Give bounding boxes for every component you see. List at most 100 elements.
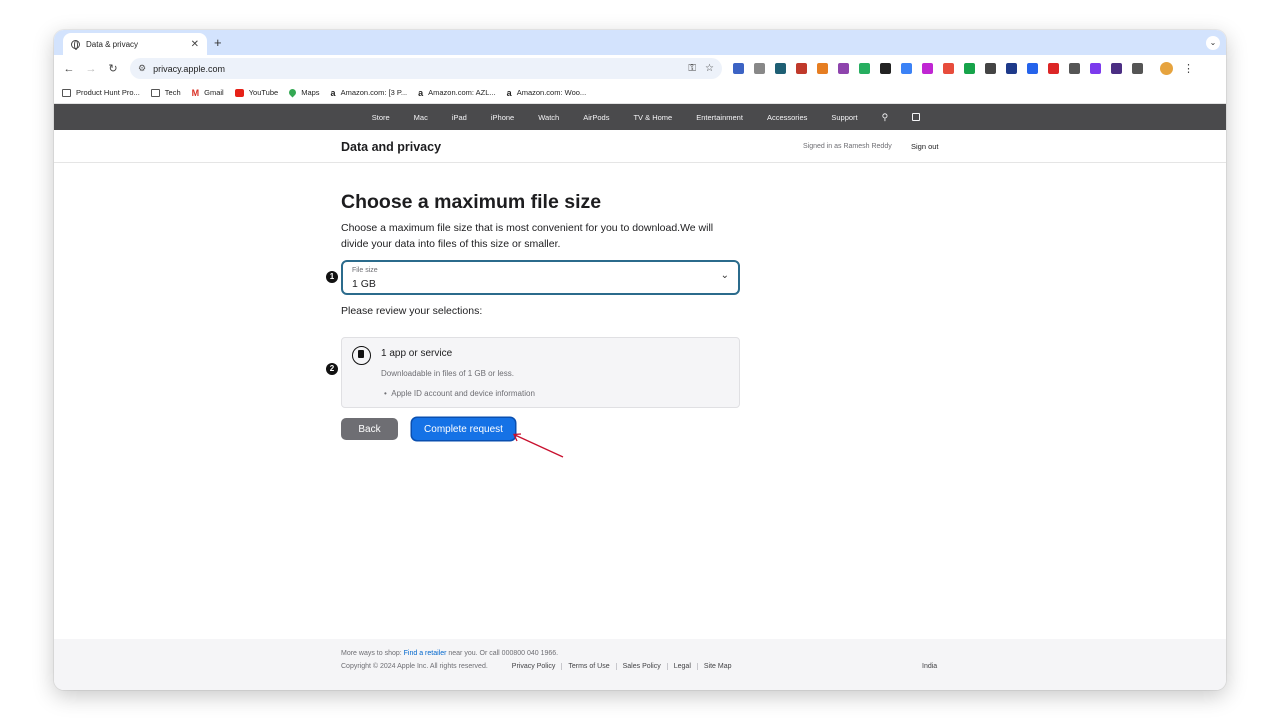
- annotation-marker-2: 2: [326, 363, 338, 375]
- new-tab-button[interactable]: +: [214, 35, 222, 50]
- bookmarks-bar: Product Hunt Pro... Tech M Gmail YouTube …: [54, 82, 1226, 104]
- address-bar[interactable]: ⚙ privacy.apple.com ⚿ ☆: [130, 58, 722, 79]
- card-bullet-text: Apple ID account and device information: [391, 389, 535, 398]
- find-retailer-link[interactable]: Find a retailer: [404, 650, 447, 657]
- globe-icon: [71, 39, 80, 50]
- bookmark-label: Product Hunt Pro...: [76, 88, 140, 97]
- bookmark-maps[interactable]: Maps: [287, 87, 320, 98]
- extension-icon[interactable]: [1090, 63, 1101, 74]
- annotation-marker-1: 1: [326, 271, 338, 283]
- bookmark-label: Gmail: [204, 88, 224, 97]
- extension-icon[interactable]: [985, 63, 996, 74]
- bookmark-label: Amazon.com: Woo...: [516, 88, 587, 97]
- nav-tv-home[interactable]: TV & Home: [633, 113, 672, 122]
- profile-avatar-icon[interactable]: [1160, 62, 1173, 75]
- footer-link-legal[interactable]: Legal: [668, 663, 698, 670]
- apple-global-nav: Store Mac iPad iPhone Watch AirPods TV &…: [54, 104, 1226, 130]
- site-info-icon[interactable]: ⚙: [138, 63, 146, 74]
- amazon-icon: a: [506, 87, 512, 98]
- extension-icon[interactable]: [838, 63, 849, 74]
- card-subtitle: Downloadable in files of 1 GB or less.: [381, 369, 514, 378]
- tab-search-chevron-icon[interactable]: ⌄: [1206, 36, 1220, 50]
- bookmark-youtube[interactable]: YouTube: [234, 88, 279, 97]
- password-key-icon[interactable]: ⚿: [688, 63, 696, 74]
- footer-link-privacy-policy[interactable]: Privacy Policy: [506, 663, 563, 670]
- amazon-icon: a: [418, 87, 424, 98]
- sign-out-link[interactable]: Sign out: [911, 142, 939, 151]
- nav-watch[interactable]: Watch: [538, 113, 559, 122]
- extension-icon[interactable]: [817, 63, 828, 74]
- extension-icon[interactable]: [943, 63, 954, 74]
- gmail-icon: M: [191, 87, 200, 98]
- bookmark-label: Tech: [164, 88, 181, 97]
- nav-mac[interactable]: Mac: [414, 113, 428, 122]
- reload-icon[interactable]: ↻: [106, 62, 120, 75]
- browser-toolbar: ← → ↻ ⚙ privacy.apple.com ⚿ ☆ ⋮: [54, 55, 1226, 82]
- tab-title: Data & privacy: [86, 39, 139, 49]
- browser-menu-icon[interactable]: ⋮: [1183, 62, 1194, 75]
- footer-link-sales-policy[interactable]: Sales Policy: [617, 663, 668, 670]
- annotation-arrow-icon: [513, 433, 564, 458]
- folder-icon: [150, 88, 160, 97]
- section-description: Choose a maximum file size that is most …: [341, 222, 714, 250]
- nav-iphone[interactable]: iPhone: [491, 113, 514, 122]
- extension-icon[interactable]: [775, 63, 786, 74]
- maps-icon: [287, 87, 298, 98]
- extension-icon[interactable]: [796, 63, 807, 74]
- bookmark-label: Maps: [301, 88, 320, 97]
- nav-ipad[interactable]: iPad: [452, 113, 467, 122]
- footer-link-terms-of-use[interactable]: Terms of Use: [562, 663, 617, 670]
- bookmark-amazon-3[interactable]: a Amazon.com: Woo...: [507, 88, 587, 98]
- bookmark-amazon-1[interactable]: a Amazon.com: [3 P...: [331, 88, 408, 98]
- complete-request-button[interactable]: Complete request: [412, 418, 515, 440]
- extension-icon[interactable]: [1069, 63, 1080, 74]
- nav-support[interactable]: Support: [831, 113, 857, 122]
- url-text: privacy.apple.com: [153, 63, 225, 74]
- bookmark-product-hunt[interactable]: Product Hunt Pro...: [62, 88, 140, 97]
- folder-icon: [62, 88, 71, 97]
- page-title: Data and privacy: [341, 140, 442, 154]
- subheader: Data and privacy Signed in as Ramesh Red…: [54, 130, 1226, 163]
- nav-entertainment[interactable]: Entertainment: [696, 113, 743, 122]
- extension-icon[interactable]: [859, 63, 870, 74]
- shopping-bag-icon[interactable]: [912, 113, 921, 121]
- extension-icon[interactable]: [754, 63, 765, 74]
- extension-icon[interactable]: [1132, 63, 1143, 74]
- amazon-icon: a: [330, 87, 336, 98]
- youtube-icon: [234, 88, 244, 97]
- back-arrow-icon[interactable]: ←: [62, 63, 76, 75]
- back-button[interactable]: Back: [341, 418, 398, 440]
- footer-more-ways-prefix: More ways to shop:: [341, 650, 404, 657]
- bookmark-label: YouTube: [248, 88, 279, 97]
- tab-data-privacy[interactable]: Data & privacy ✕: [63, 33, 207, 55]
- extension-icon[interactable]: [1006, 63, 1017, 74]
- bookmark-star-icon[interactable]: ☆: [705, 63, 714, 74]
- close-tab-icon[interactable]: ✕: [191, 39, 199, 50]
- forward-arrow-icon[interactable]: →: [84, 63, 98, 75]
- extension-icon[interactable]: [733, 63, 744, 74]
- footer-more-ways: More ways to shop: Find a retailer near …: [341, 650, 558, 657]
- bookmark-amazon-2[interactable]: a Amazon.com: AZL...: [418, 88, 496, 98]
- extension-icon[interactable]: [1027, 63, 1038, 74]
- bookmark-label: Amazon.com: [3 P...: [340, 88, 408, 97]
- file-size-select[interactable]: File size 1 GB ⌄: [341, 260, 740, 295]
- extension-icon[interactable]: [922, 63, 933, 74]
- footer-link-site-map[interactable]: Site Map: [698, 663, 738, 670]
- nav-accessories[interactable]: Accessories: [767, 113, 807, 122]
- browser-window: Data & privacy ✕ + ⌄ ← → ↻ ⚙ privacy.app…: [54, 30, 1226, 690]
- extension-icon[interactable]: [964, 63, 975, 74]
- tab-strip: Data & privacy ✕ + ⌄: [54, 30, 1226, 55]
- nav-store[interactable]: Store: [372, 113, 390, 122]
- extension-icon[interactable]: [1048, 63, 1059, 74]
- nav-airpods[interactable]: AirPods: [583, 113, 609, 122]
- file-size-label: File size: [352, 267, 378, 274]
- country-selector[interactable]: India: [922, 663, 937, 670]
- page-footer: More ways to shop: Find a retailer near …: [54, 639, 1226, 690]
- chevron-down-icon: ⌄: [720, 270, 729, 281]
- extension-icon[interactable]: [1111, 63, 1122, 74]
- extension-icon[interactable]: [880, 63, 891, 74]
- bookmark-tech[interactable]: Tech: [150, 88, 181, 97]
- bookmark-gmail[interactable]: M Gmail: [192, 88, 224, 98]
- search-icon[interactable]: ⚲: [882, 112, 889, 123]
- extension-icon[interactable]: [901, 63, 912, 74]
